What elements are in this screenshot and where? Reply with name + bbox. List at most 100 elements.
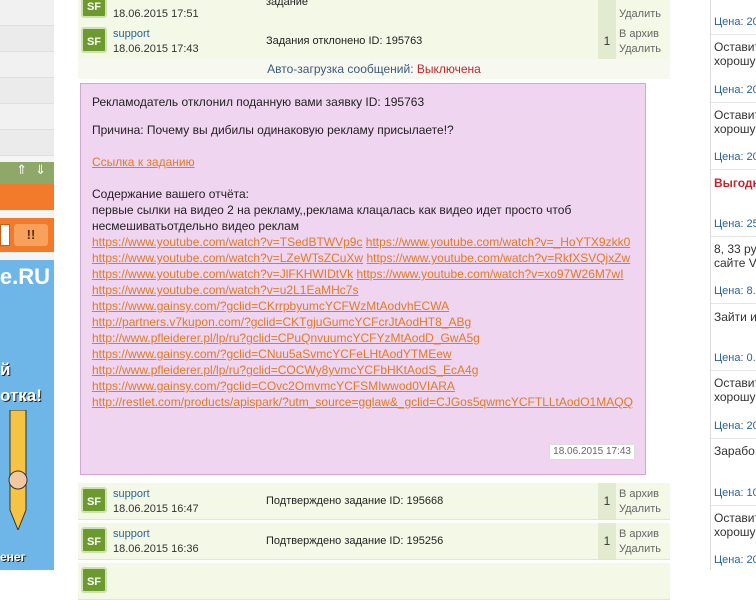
- message-row[interactable]: SF support 18.06.2015 16:36 Подтверждено…: [78, 523, 670, 560]
- support-logo-icon: SF: [81, 487, 107, 513]
- divider: [711, 438, 756, 439]
- report-link[interactable]: http://www.pfleiderer.pl/lp/ru?gclid=COC…: [92, 363, 478, 377]
- message-row[interactable]: SF support 18.06.2015 17:43 Задания откл…: [78, 23, 670, 60]
- task-price: Цена: 20: [714, 84, 756, 96]
- arrow-up-icon[interactable]: ⇑: [16, 162, 27, 178]
- support-logo-icon: SF: [81, 527, 107, 553]
- task-title[interactable]: Оставит: [714, 40, 756, 54]
- sidebar-row[interactable]: [0, 0, 54, 26]
- report-title: Содержание вашего отчёта:: [92, 187, 250, 201]
- pencil-icon: [8, 410, 28, 530]
- delete-link[interactable]: Удалить: [619, 43, 661, 55]
- delete-link[interactable]: Удалить: [619, 503, 661, 515]
- message-date: 18.06.2015 16:36: [113, 543, 199, 555]
- archive-link[interactable]: В архив: [619, 488, 659, 500]
- ad-banner[interactable]: e.RU й отка! енег: [0, 260, 54, 570]
- sidebar-orange-bar: [0, 184, 54, 210]
- sidebar-row[interactable]: [0, 26, 54, 52]
- report-link[interactable]: https://www.gainsy.com/?gclid=COvc2Omvmc…: [92, 379, 455, 393]
- report-link[interactable]: http://restlet.com/products/apispark/?ut…: [92, 395, 633, 409]
- message-count: 1: [598, 483, 616, 519]
- message-text: задание: [266, 0, 309, 8]
- task-title[interactable]: хорошу: [714, 54, 756, 68]
- sidebar-row[interactable]: [0, 104, 54, 130]
- rejection-notice: Рекламодатель отклонил поданную вами зая…: [92, 95, 425, 109]
- sidebar-search: !!: [0, 218, 54, 252]
- task-title[interactable]: Оставит: [714, 376, 756, 390]
- task-title[interactable]: Выгодн: [714, 176, 756, 190]
- divider: [711, 236, 756, 237]
- task-title[interactable]: Оставит: [714, 108, 756, 122]
- task-title[interactable]: Оставит: [714, 511, 756, 525]
- divider: [711, 370, 756, 371]
- sidebar-row[interactable]: [0, 130, 54, 156]
- task-price: Цена: 25: [714, 218, 756, 230]
- autoload-toggle[interactable]: Выключена: [417, 62, 481, 76]
- report-links: https://www.youtube.com/watch?v=TSedBTWV…: [92, 234, 634, 410]
- report-link[interactable]: https://www.youtube.com/watch?v=JlFKHWID…: [92, 267, 353, 281]
- message-row: SF: [78, 563, 670, 600]
- message-text[interactable]: Задания отклонено ID: 195763: [266, 35, 422, 47]
- search-input[interactable]: [0, 224, 10, 246]
- message-date: 18.06.2015 17:51: [113, 8, 199, 20]
- task-title[interactable]: Зайти и: [714, 310, 756, 324]
- task-price: Цена: 8.3: [714, 285, 756, 297]
- divider: [711, 303, 756, 304]
- message-text[interactable]: Подтверждено задание ID: 195668: [266, 495, 443, 507]
- message-timestamp: 18.06.2015 17:43: [549, 444, 635, 460]
- divider: [711, 102, 756, 103]
- sidebar-row[interactable]: [0, 78, 54, 104]
- report-link[interactable]: https://www.gainsy.com/?gclid=CKrrpbyumc…: [92, 299, 449, 313]
- support-logo-icon: SF: [81, 0, 107, 18]
- task-price: Цена: 20: [714, 16, 756, 28]
- report-text-line: первые сылки на видео 2 на рекламу,,рекл…: [92, 203, 572, 217]
- divider: [711, 169, 756, 170]
- sidebar-arrows: ⇑ ⇓: [0, 162, 54, 184]
- report-link[interactable]: https://www.youtube.com/watch?v=LZeWTsZC…: [92, 251, 363, 265]
- search-button[interactable]: !!: [14, 224, 48, 246]
- report-link[interactable]: http://www.pfleiderer.pl/lp/ru?gclid=CPu…: [92, 331, 480, 345]
- task-title[interactable]: Зарабо: [714, 444, 755, 458]
- report-link[interactable]: https://www.youtube.com/watch?v=_HoYTX9z…: [366, 235, 630, 249]
- message-text[interactable]: Подтверждено задание ID: 195256: [266, 535, 443, 547]
- report-link[interactable]: https://www.gainsy.com/?gclid=CNuu5aSvmc…: [92, 347, 452, 361]
- autoload-label: Авто-загрузка сообщений:: [267, 62, 414, 76]
- archive-link[interactable]: В архив: [619, 528, 659, 540]
- delete-link[interactable]: Удалить: [619, 8, 661, 20]
- message-count: 1: [598, 23, 616, 59]
- task-price: Цена: 20: [714, 554, 756, 566]
- message-date: 18.06.2015 17:43: [113, 43, 199, 55]
- archive-link[interactable]: В архив: [619, 28, 659, 40]
- arrow-down-icon[interactable]: ⇓: [35, 162, 46, 178]
- message-row: SF 18.06.2015 17:51 задание Удалить: [78, 0, 670, 25]
- message-count: 1: [598, 523, 616, 559]
- banner-brand: e.RU: [0, 264, 50, 289]
- message-sender[interactable]: support: [113, 28, 150, 40]
- task-title[interactable]: хорошу: [714, 390, 756, 404]
- support-logo-icon: SF: [81, 567, 107, 593]
- task-price: Цена: 10: [714, 487, 756, 499]
- task-title[interactable]: 8, 33 ру: [714, 242, 756, 256]
- message-row[interactable]: SF support 18.06.2015 16:47 Подтверждено…: [78, 483, 670, 520]
- report-link[interactable]: https://www.youtube.com/watch?v=xo97W26M…: [356, 267, 623, 281]
- task-title[interactable]: хорошу: [714, 525, 756, 539]
- report-link[interactable]: https://www.youtube.com/watch?v=TSedBTWV…: [92, 235, 362, 249]
- support-logo-icon: SF: [81, 27, 107, 53]
- sidebar-row[interactable]: [0, 52, 54, 78]
- rejection-reason: Причина: Почему вы дибилы одинаковую рек…: [92, 123, 454, 137]
- messages-panel: SF 18.06.2015 17:51 задание Удалить SF s…: [78, 0, 670, 600]
- report-text-line: несмешиватьотдельно видео реклам: [92, 219, 300, 233]
- report-text: первые сылки на видео 2 на рекламу,,рекл…: [92, 202, 634, 234]
- message-sender[interactable]: support: [113, 528, 150, 540]
- report-link[interactable]: http://partners.v7kupon.com/?gclid=CKTgj…: [92, 315, 471, 329]
- task-title[interactable]: сайте V: [714, 256, 756, 270]
- report-link[interactable]: https://www.youtube.com/watch?v=u2L1EaMH…: [92, 283, 358, 297]
- delete-link[interactable]: Удалить: [619, 543, 661, 555]
- task-title[interactable]: хорошу: [714, 122, 756, 136]
- message-sender[interactable]: support: [113, 488, 150, 500]
- task-link[interactable]: Ссылка к заданию: [92, 155, 195, 169]
- task-price: Цена: 20: [714, 420, 756, 432]
- report-link[interactable]: https://www.youtube.com/watch?v=RkfXSVQj…: [366, 251, 630, 265]
- right-task-column: Цена: 20 Оставит хорошу Цена: 20 Оставит…: [710, 0, 756, 570]
- task-price: Цена: 20: [714, 151, 756, 163]
